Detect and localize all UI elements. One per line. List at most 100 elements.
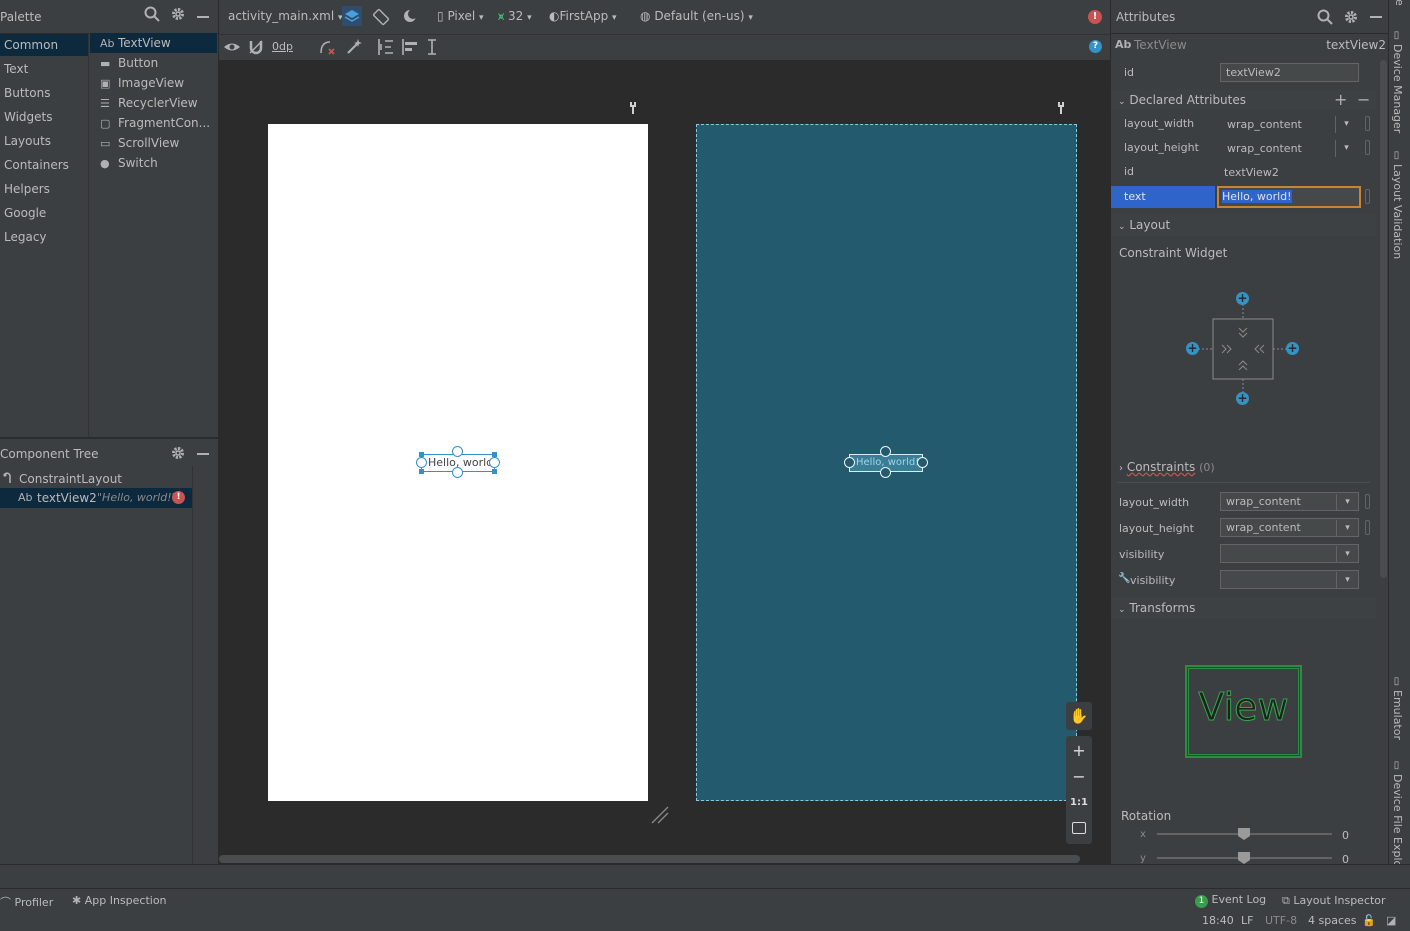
add-constraint-right-icon[interactable]: + <box>1286 342 1299 355</box>
palette-item-fragmentcon[interactable]: ▢ FragmentCon... <box>90 113 217 133</box>
device-dropdown[interactable]: ▯ Pixel ▾ <box>437 9 484 23</box>
attr-resource-picker[interactable] <box>1365 494 1370 509</box>
layout-width-select[interactable]: wrap_content ▾ <box>1220 492 1359 511</box>
palette-item-imageview[interactable]: ▣ ImageView <box>90 73 217 93</box>
constraint-handle-right[interactable] <box>489 457 500 468</box>
constraint-handle-bottom[interactable] <box>452 467 463 478</box>
attr-resource-picker[interactable] <box>1365 140 1370 155</box>
guidelines-icon[interactable] <box>424 38 442 56</box>
resize-handle[interactable] <box>419 452 424 457</box>
add-constraint-bottom-icon[interactable]: + <box>1236 392 1249 405</box>
resize-handle[interactable] <box>492 452 497 457</box>
palette-item-switch[interactable]: ● Switch <box>90 153 217 173</box>
palette-category-google[interactable]: Google <box>0 202 88 224</box>
night-mode-icon[interactable] <box>402 8 420 26</box>
attr-value[interactable]: wrap_content <box>1227 142 1302 155</box>
constraint-handle-top[interactable] <box>452 446 463 457</box>
palette-item-textview[interactable]: Ab TextView <box>90 33 217 53</box>
palette-category-legacy[interactable]: Legacy <box>0 226 88 248</box>
zoom-in-icon[interactable]: + <box>1066 739 1092 763</box>
minimize-icon[interactable] <box>197 453 209 455</box>
chevron-down-icon[interactable]: ▾ <box>1335 116 1357 133</box>
rotation-y-slider-thumb[interactable] <box>1237 851 1251 865</box>
constraints-section[interactable]: › Constraints (0) <box>1119 460 1319 478</box>
event-log-tab[interactable]: 1 Event Log <box>1195 893 1266 908</box>
zoom-out-icon[interactable]: − <box>1066 765 1092 789</box>
zoom-fit-icon[interactable] <box>1072 822 1086 834</box>
locale-dropdown[interactable]: ◍ Default (en-us) ▾ <box>640 9 753 23</box>
tools-visibility-select[interactable]: ▾ <box>1220 570 1359 589</box>
constraint-handle-left[interactable] <box>844 457 855 468</box>
constraint-handle-top[interactable] <box>880 446 891 457</box>
attr-value[interactable]: textView2 <box>1224 166 1279 179</box>
app-inspection-tab[interactable]: ✱ App Inspection <box>72 894 167 907</box>
minimize-icon[interactable] <box>1370 16 1382 18</box>
cursor-position[interactable]: 18:40 <box>1202 914 1234 927</box>
indent-setting[interactable]: 4 spaces <box>1308 914 1357 927</box>
tab-device-file-explorer[interactable]: ▯ Device File Explorer <box>1391 760 1409 883</box>
layout-inspector-tab[interactable]: ⧉ Layout Inspector <box>1282 894 1386 908</box>
palette-category-text[interactable]: Text <box>0 58 88 80</box>
clear-constraints-icon[interactable] <box>318 38 336 56</box>
rotation-x-slider-thumb[interactable] <box>1237 827 1251 841</box>
resize-handle[interactable] <box>419 469 424 474</box>
layout-section-header[interactable]: ⌄ Layout <box>1111 214 1376 236</box>
palette-category-layouts[interactable]: Layouts <box>0 130 88 152</box>
constraint-handle-bottom[interactable] <box>880 467 891 478</box>
palette-item-scrollview[interactable]: ▭ ScrollView <box>90 133 217 153</box>
attr-value[interactable]: wrap_content <box>1227 118 1302 131</box>
visibility-select[interactable]: ▾ <box>1220 544 1359 563</box>
palette-item-recyclerview[interactable]: ☰ RecyclerView <box>90 93 217 113</box>
eye-icon[interactable] <box>223 40 241 56</box>
search-icon[interactable] <box>1317 9 1333 25</box>
remove-attribute-icon[interactable]: − <box>1357 89 1370 111</box>
attr-resource-picker[interactable] <box>1365 520 1370 535</box>
attr-resource-picker[interactable] <box>1365 189 1370 204</box>
palette-category-buttons[interactable]: Buttons <box>0 82 88 104</box>
search-icon[interactable] <box>144 6 160 22</box>
transforms-section-header[interactable]: ⌄ Transforms <box>1111 597 1376 619</box>
tree-item-textview2[interactable]: Ab textView2 "Hello, world!" ! <box>0 488 192 508</box>
palette-category-helpers[interactable]: Helpers <box>0 178 88 200</box>
canvas-horizontal-scrollbar[interactable] <box>219 855 1080 863</box>
lock-icon[interactable]: 🔓 <box>1362 914 1376 927</box>
constraint-handle-left[interactable] <box>416 457 427 468</box>
error-icon[interactable]: ! <box>1088 10 1102 24</box>
tab-layout-validation[interactable]: ▯ Layout Validation <box>1391 150 1409 260</box>
zoom-reset-button[interactable]: 1:1 <box>1066 791 1092 815</box>
orientation-icon[interactable] <box>372 8 390 26</box>
pan-hand-icon[interactable]: ✋ <box>1066 702 1092 730</box>
wrench-icon[interactable] <box>629 101 641 115</box>
file-encoding[interactable]: UTF-8 <box>1265 914 1297 927</box>
align-icon[interactable] <box>401 38 421 56</box>
memory-indicator-icon[interactable]: ◪ <box>1386 914 1396 927</box>
text-value-input[interactable]: Hello, world! <box>1217 186 1361 208</box>
attr-resource-picker[interactable] <box>1365 116 1370 131</box>
tab-device-manager[interactable]: ▯ Device Manager <box>1391 30 1409 140</box>
profiler-tab[interactable]: ⌒ Profiler <box>0 894 53 910</box>
theme-dropdown[interactable]: ◐FirstApp ▾ <box>549 9 617 23</box>
declared-attributes-header[interactable]: ⌄ Declared Attributes + − <box>1111 89 1376 111</box>
palette-category-widgets[interactable]: Widgets <box>0 106 88 128</box>
layout-height-select[interactable]: wrap_content ▾ <box>1220 518 1359 537</box>
tree-item-constraintlayout[interactable]: ConstraintLayout <box>0 469 192 489</box>
magnet-icon[interactable] <box>248 39 264 55</box>
palette-category-common[interactable]: Common <box>0 34 88 56</box>
constraint-handle-right[interactable] <box>917 457 928 468</box>
pack-icon[interactable] <box>376 38 394 56</box>
gear-icon[interactable] <box>1343 9 1359 25</box>
gear-icon[interactable] <box>170 445 186 461</box>
default-margin-field[interactable]: 0dp <box>272 40 293 53</box>
attributes-scrollbar[interactable] <box>1380 60 1387 578</box>
add-constraint-left-icon[interactable]: + <box>1186 342 1199 355</box>
minimize-icon[interactable] <box>197 16 209 18</box>
palette-item-button[interactable]: ▬ Button <box>90 53 217 73</box>
wrench-icon[interactable] <box>1057 101 1069 115</box>
line-ending[interactable]: LF <box>1241 914 1253 927</box>
resize-handle[interactable] <box>492 469 497 474</box>
palette-category-containers[interactable]: Containers <box>0 154 88 176</box>
device-resize-grip-icon[interactable] <box>650 805 670 825</box>
file-dropdown[interactable]: activity_main.xml ▾ <box>228 9 343 23</box>
id-input[interactable]: textView2 <box>1220 63 1359 82</box>
chevron-down-icon[interactable]: ▾ <box>1335 140 1357 157</box>
